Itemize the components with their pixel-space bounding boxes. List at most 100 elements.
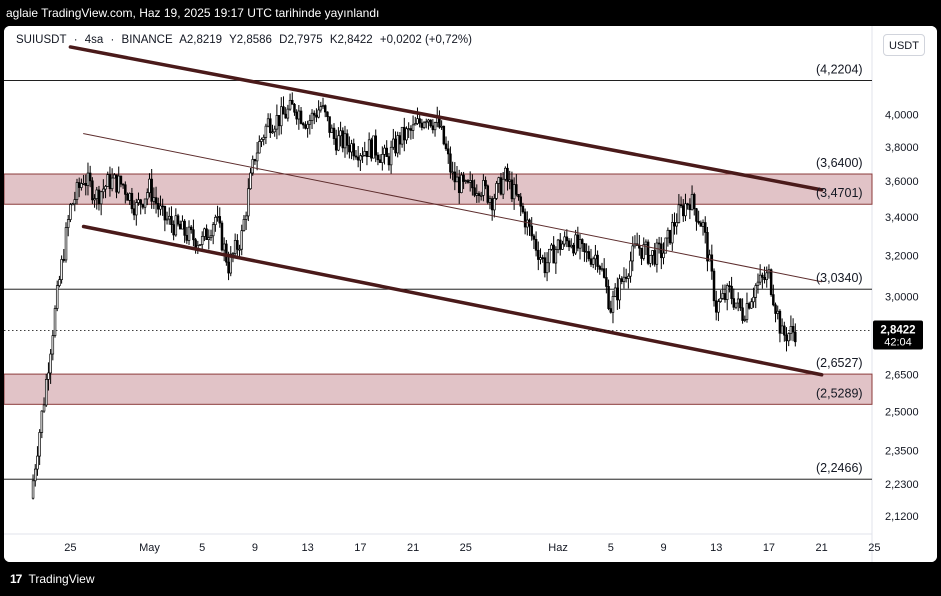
candle-body [95, 189, 99, 199]
price-chart[interactable]: (4,2204) (3,6400) (3,4701) (3,0340) (2,6527)… [4, 26, 937, 562]
candle-body [102, 188, 105, 193]
candle-body [440, 125, 443, 128]
symbol-legend[interactable]: SUIUSDT · 4sa · BINANCE A2,8219 Y2,8586 … [16, 34, 476, 46]
candle-body [152, 197, 156, 202]
candle-body [708, 254, 711, 262]
candle [53, 305, 57, 338]
candle-body [543, 257, 547, 274]
candle-body [699, 222, 703, 227]
candle-body [312, 112, 316, 116]
chart-panel[interactable]: (4,2204) (3,6400) (3,4701) (3,0340) (2,6527)… [4, 26, 937, 562]
candle-body [387, 156, 391, 166]
candle-body [277, 115, 281, 127]
candle-body [163, 206, 167, 221]
y-tick-label: 3,2000 [885, 250, 919, 262]
candle-body [649, 254, 652, 264]
candle-body [466, 180, 470, 183]
candle-body [420, 122, 424, 128]
candle-body [238, 248, 241, 251]
candle-body [203, 228, 206, 237]
candle-body [345, 133, 349, 146]
candle-body [354, 155, 358, 158]
candle-body [532, 235, 536, 240]
price-level-label: (3,0340) [816, 271, 863, 285]
candle-body [174, 215, 178, 236]
candle-body [121, 183, 125, 186]
candle-body [297, 110, 301, 120]
y-tick-label: 2,6500 [885, 370, 919, 382]
candle-body [47, 372, 50, 380]
candle-body [695, 208, 698, 222]
candle-body [422, 122, 426, 128]
candle-body [488, 198, 492, 203]
candle-body [150, 178, 153, 202]
candle-body [638, 245, 641, 249]
candle-body [181, 220, 184, 230]
candle-body [330, 127, 334, 133]
candle-body [497, 177, 501, 184]
tradingview-logo-icon: 17 [10, 572, 22, 586]
candle-body [561, 243, 564, 250]
candle-body [666, 229, 670, 239]
candle-body [728, 285, 731, 287]
candle-body [431, 125, 435, 131]
candle-body [301, 123, 305, 126]
candle-body [712, 270, 716, 302]
candle-body [253, 159, 257, 162]
candle-body [400, 126, 404, 145]
candle-body [453, 171, 457, 183]
candle-body [299, 110, 303, 124]
candle-body [693, 194, 696, 210]
x-tick-label: 21 [407, 542, 419, 554]
candle-body [444, 143, 448, 150]
candle-body [220, 222, 224, 251]
candle-body [262, 136, 265, 140]
candle-body [137, 199, 140, 204]
candle-body [227, 261, 230, 274]
candle-body [682, 205, 685, 217]
candle-body [308, 120, 312, 125]
candle-body [269, 118, 272, 134]
candle-body [449, 153, 452, 173]
candle-body [559, 239, 562, 250]
candle [372, 135, 375, 159]
candle-body [752, 296, 755, 303]
candle-body [168, 215, 171, 220]
candle-body [653, 250, 656, 265]
candle-body [178, 223, 182, 230]
candle-body [38, 432, 41, 457]
candle-body [530, 225, 533, 237]
candle-body [148, 178, 151, 194]
candle-body [207, 237, 211, 240]
candle-body [124, 184, 127, 195]
candle-body [159, 205, 162, 210]
candle-body [684, 203, 687, 217]
y-tick-label: 2,1200 [885, 511, 919, 523]
candle-body [394, 138, 397, 154]
candle-body [317, 109, 320, 118]
candle-body [697, 220, 700, 224]
candle [64, 222, 68, 263]
candle-body [690, 194, 694, 211]
candle-body [321, 105, 325, 107]
candle-body [646, 241, 650, 264]
candle-body [508, 179, 511, 182]
candle-body [161, 205, 164, 208]
supply-demand-zone [4, 373, 873, 405]
candle-body [464, 180, 468, 182]
candle-body [765, 272, 768, 281]
x-tick-label: 17 [763, 542, 775, 554]
candle [664, 237, 667, 254]
candle-body [484, 180, 487, 187]
candle-body [214, 216, 217, 225]
candle-body [233, 240, 237, 254]
candle-body [471, 180, 474, 189]
candle-body [244, 215, 248, 220]
currency-button[interactable]: USDT [883, 34, 925, 56]
legend-symbol: SUIUSDT [16, 34, 67, 46]
candle-body [591, 258, 595, 265]
candle-body [286, 108, 290, 119]
candle-body [675, 222, 678, 227]
candle-body [115, 174, 118, 193]
supply-demand-zone [4, 173, 873, 205]
